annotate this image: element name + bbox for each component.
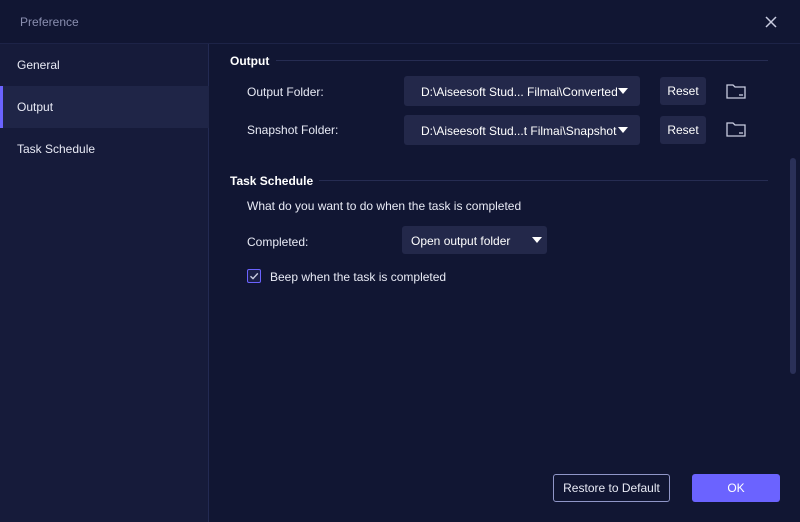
close-icon bbox=[765, 16, 777, 28]
window-title: Preference bbox=[20, 15, 79, 29]
snapshot-folder-reset-button[interactable]: Reset bbox=[660, 116, 706, 144]
task-schedule-section-title: Task Schedule bbox=[230, 174, 314, 188]
task-question-text: What do you want to do when the task is … bbox=[247, 199, 522, 213]
sidebar: General Output Task Schedule bbox=[0, 44, 209, 522]
beep-checkbox[interactable] bbox=[247, 269, 261, 283]
completed-action-select[interactable]: Open output folder bbox=[402, 226, 547, 254]
snapshot-folder-select[interactable]: D:\Aiseesoft Stud...t Filmai\Snapshot bbox=[404, 115, 640, 145]
beep-label: Beep when the task is completed bbox=[270, 270, 447, 284]
output-section-title: Output bbox=[230, 54, 270, 68]
sidebar-item-output[interactable]: Output bbox=[0, 86, 209, 128]
output-folder-label: Output Folder: bbox=[247, 85, 324, 99]
chevron-down-icon bbox=[618, 88, 628, 94]
snapshot-folder-label: Snapshot Folder: bbox=[247, 123, 339, 137]
close-button[interactable] bbox=[760, 11, 782, 33]
content-scrollbar[interactable] bbox=[790, 158, 796, 374]
sidebar-item-task-schedule[interactable]: Task Schedule bbox=[0, 128, 209, 170]
chevron-down-icon bbox=[532, 237, 542, 243]
snapshot-folder-value: D:\Aiseesoft Stud...t Filmai\Snapshot bbox=[421, 124, 617, 138]
sidebar-item-label: Task Schedule bbox=[17, 142, 96, 156]
restore-default-button[interactable]: Restore to Default bbox=[553, 474, 670, 502]
snapshot-folder-open-button[interactable] bbox=[725, 119, 747, 139]
ok-button[interactable]: OK bbox=[692, 474, 780, 502]
section-divider bbox=[276, 60, 768, 61]
folder-icon bbox=[726, 122, 746, 137]
sidebar-item-general[interactable]: General bbox=[0, 44, 209, 86]
section-divider bbox=[319, 180, 768, 181]
folder-icon bbox=[726, 84, 746, 99]
output-folder-open-button[interactable] bbox=[725, 81, 747, 101]
title-bar: Preference bbox=[0, 0, 800, 44]
sidebar-item-label: Output bbox=[17, 100, 54, 114]
output-folder-value: D:\Aiseesoft Stud... Filmai\Converted bbox=[421, 85, 618, 99]
completed-action-value: Open output folder bbox=[411, 234, 511, 248]
sidebar-item-label: General bbox=[17, 58, 60, 72]
output-folder-reset-button[interactable]: Reset bbox=[660, 77, 706, 105]
output-folder-select[interactable]: D:\Aiseesoft Stud... Filmai\Converted bbox=[404, 76, 640, 106]
content-panel: Output Output Folder: D:\Aiseesoft Stud.… bbox=[209, 44, 800, 522]
completed-label: Completed: bbox=[247, 235, 309, 249]
chevron-down-icon bbox=[618, 127, 628, 133]
checkmark-icon bbox=[250, 272, 259, 280]
